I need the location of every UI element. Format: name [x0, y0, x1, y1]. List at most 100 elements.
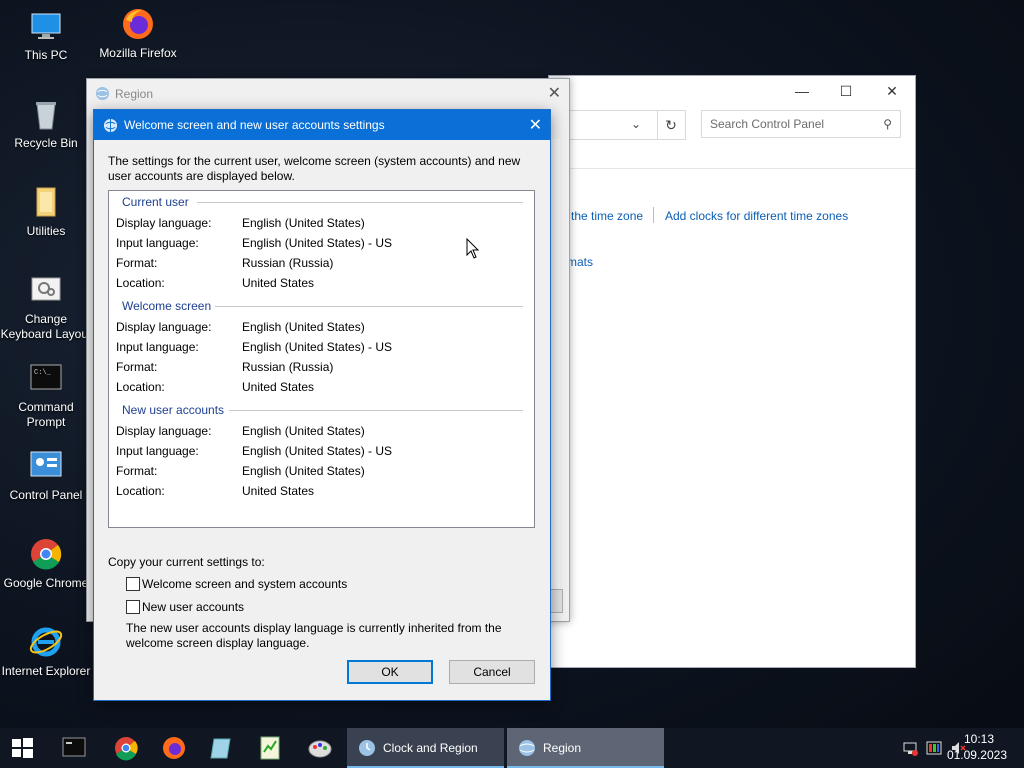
row-label: Input language:: [116, 340, 199, 354]
group-heading-new-user-accounts: New user accounts: [122, 403, 225, 417]
row-label: Location:: [116, 484, 165, 498]
globe-icon: [519, 740, 535, 756]
checkbox-label[interactable]: Welcome screen and system accounts: [142, 577, 347, 591]
close-icon[interactable]: ✕: [529, 115, 542, 135]
ok-button[interactable]: OK: [347, 660, 433, 684]
desktop-icon-recycle-bin[interactable]: Recycle Bin: [0, 96, 92, 151]
row-value: United States: [242, 484, 315, 498]
desktop-icon-label: This PC: [24, 48, 68, 62]
row-value: English (United States) - US: [242, 340, 393, 354]
divider: [549, 168, 915, 169]
maximize-icon[interactable]: ☐: [823, 80, 869, 102]
chevron-down-icon[interactable]: ⌄: [631, 117, 641, 131]
apply-button-edge[interactable]: [549, 589, 563, 613]
checkbox-label[interactable]: New user accounts: [142, 600, 244, 614]
desktop-icon-label: Internet Explorer: [1, 664, 91, 678]
desktop-icon-command-prompt[interactable]: C:\_ Command Prompt: [0, 360, 92, 430]
new-user-accounts-checkbox[interactable]: [126, 600, 140, 614]
system-tray: 10:13 01.09.2023: [874, 728, 1024, 768]
internet-explorer-icon: [28, 624, 64, 660]
desktop-icon-label: Utilities: [26, 224, 66, 238]
desktop-icon-google-chrome[interactable]: Google Chrome: [0, 536, 92, 591]
firefox-icon: [120, 6, 156, 42]
row-label: Location:: [116, 276, 165, 290]
recycle-bin-icon: [28, 96, 64, 132]
desktop-icon-control-panel[interactable]: Control Panel: [0, 448, 92, 503]
desktop-icon-label: Change Keyboard Layout: [0, 312, 92, 341]
dialog-title: Welcome screen and new user accounts set…: [124, 118, 385, 132]
chrome-icon: [28, 536, 64, 572]
control-panel-window[interactable]: — ☐ ✕ ⌄ ↻ Search Control Panel ⚲ the tim…: [548, 75, 916, 668]
desktop-icon-firefox[interactable]: Mozilla Firefox: [92, 6, 184, 61]
color-display-icon[interactable]: [926, 740, 942, 756]
notepad-icon[interactable]: [208, 734, 236, 762]
welcome-screen-checkbox[interactable]: [126, 577, 140, 591]
row-label: Display language:: [116, 216, 212, 230]
paint-icon[interactable]: [306, 734, 334, 762]
close-icon[interactable]: ✕: [869, 80, 915, 102]
row-value: Russian (Russia): [242, 360, 334, 374]
search-icon[interactable]: ⚲: [883, 111, 892, 138]
group-divider: [197, 202, 523, 203]
region-window-title: Region: [115, 87, 154, 101]
taskbar-task-clock-and-region[interactable]: Clock and Region: [347, 728, 504, 768]
firefox-icon[interactable]: [160, 734, 188, 762]
row-label: Display language:: [116, 320, 212, 334]
task-label: Region: [543, 741, 582, 755]
desktop-icon-internet-explorer[interactable]: Internet Explorer: [0, 624, 92, 679]
desktop-icon-change-keyboard-layout[interactable]: Change Keyboard Layout: [0, 272, 92, 342]
welcome-screen-dialog[interactable]: Welcome screen and new user accounts set…: [93, 109, 551, 701]
desktop-icon-label: Control Panel: [9, 488, 83, 502]
control-panel-icon: [28, 448, 64, 484]
row-value: United States: [242, 380, 315, 394]
taskbar-task-region[interactable]: Region: [507, 728, 664, 768]
row-label: Input language:: [116, 236, 199, 250]
search-input[interactable]: Search Control Panel ⚲: [701, 110, 901, 138]
copy-settings-label: Copy your current settings to:: [108, 555, 265, 569]
settings-icon: [28, 272, 64, 308]
row-value: Russian (Russia): [242, 256, 334, 270]
svg-text:C:\_: C:\_: [34, 369, 52, 377]
desktop-icon-label: Mozilla Firefox: [99, 46, 177, 60]
desktop-icon-label: Command Prompt: [18, 400, 74, 429]
search-placeholder: Search Control Panel: [710, 117, 825, 131]
time-zone-link[interactable]: the time zone: [571, 209, 643, 223]
row-label: Format:: [116, 464, 158, 478]
desktop-icon-this-pc[interactable]: This PC: [0, 8, 92, 63]
dialog-titlebar[interactable]: Welcome screen and new user accounts set…: [94, 110, 550, 140]
dialog-intro-text: The settings for the current user, welco…: [108, 154, 521, 183]
row-label: Location:: [116, 380, 165, 394]
add-clocks-link[interactable]: Add clocks for different time zones: [665, 209, 848, 223]
group-heading-welcome-screen: Welcome screen: [122, 299, 212, 313]
desktop-icon-utilities[interactable]: Utilities: [0, 184, 92, 239]
row-value: English (United States) - US: [242, 236, 393, 250]
row-value: English (United States): [242, 464, 365, 478]
refresh-icon[interactable]: ↻: [657, 110, 686, 140]
task-label: Clock and Region: [383, 741, 478, 755]
cancel-button[interactable]: Cancel: [449, 660, 535, 684]
globe-icon: [95, 86, 110, 101]
mouse-cursor-icon: [466, 238, 480, 259]
desktop-icon-label: Recycle Bin: [14, 136, 78, 150]
tray-clock-time[interactable]: 10:13: [964, 732, 994, 746]
tray-clock-date[interactable]: 01.09.2023: [947, 748, 1007, 762]
folder-icon: [28, 184, 64, 220]
row-value: United States: [242, 276, 315, 290]
group-heading-current-user: Current user: [122, 195, 189, 209]
inheritance-note: The new user accounts display language i…: [126, 621, 502, 650]
row-label: Display language:: [116, 424, 212, 438]
windows-start-icon[interactable]: [10, 736, 34, 760]
row-value: English (United States): [242, 424, 365, 438]
chrome-icon[interactable]: [112, 734, 140, 762]
link-divider: [653, 207, 654, 223]
spreadsheet-icon[interactable]: [256, 734, 284, 762]
network-icon[interactable]: [902, 740, 918, 756]
taskbar: Clock and Region Region 10:13 01.09.2023: [0, 728, 1024, 768]
desktop-icon-label: Google Chrome: [3, 576, 89, 590]
close-icon[interactable]: ✕: [548, 83, 561, 103]
formats-link[interactable]: mats: [567, 255, 593, 269]
terminal-icon[interactable]: [62, 736, 86, 758]
globe-icon: [103, 118, 118, 133]
minimize-icon[interactable]: —: [779, 80, 825, 102]
group-divider: [229, 410, 523, 411]
